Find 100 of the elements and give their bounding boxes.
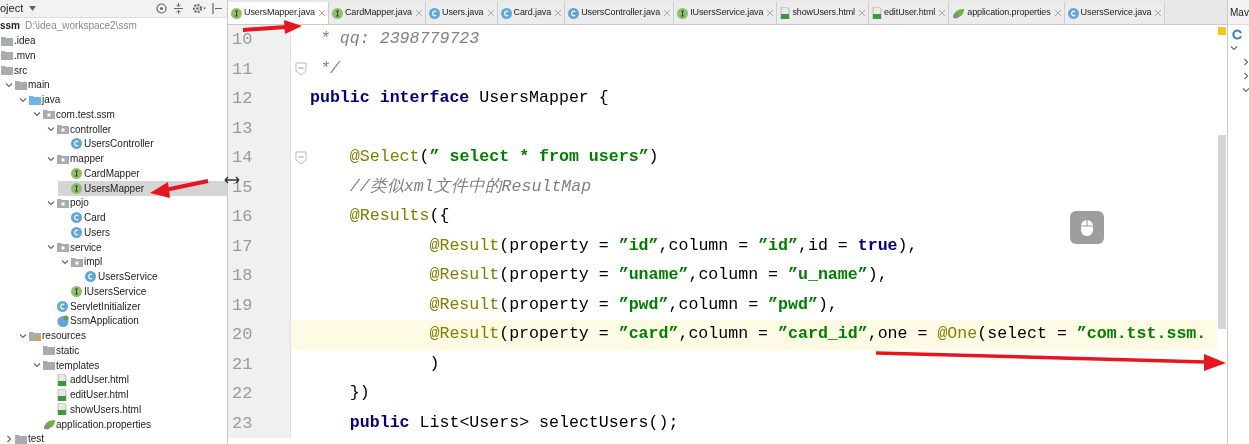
target-icon[interactable] xyxy=(156,2,167,14)
tab-label: editUser.html xyxy=(884,6,936,20)
hide-panel-icon[interactable] xyxy=(212,2,223,14)
tree-item[interactable]: main xyxy=(2,77,227,93)
tree-item[interactable]: Card xyxy=(58,210,227,225)
package-icon xyxy=(57,153,69,164)
code-text: @Results({ xyxy=(348,205,450,228)
editor-tab[interactable]: CardMapper.java xyxy=(328,2,426,24)
tree-item[interactable]: com.test.ssm xyxy=(30,107,227,122)
chevron-down-icon[interactable] xyxy=(32,110,41,119)
line-number: 13 xyxy=(232,117,253,140)
chevron-down-icon[interactable] xyxy=(46,198,55,207)
dropdown-icon[interactable] xyxy=(29,5,37,11)
collapse-icon[interactable] xyxy=(173,2,184,14)
tree-item[interactable]: templates xyxy=(30,357,227,373)
close-icon[interactable] xyxy=(767,10,774,16)
interface-icon xyxy=(331,7,343,19)
tree-item[interactable]: src xyxy=(0,62,227,78)
tree-item-label: ServletInitializer xyxy=(70,299,141,314)
tree-item[interactable]: showUsers.html xyxy=(44,402,227,417)
editor-tab[interactable]: UsersController.java xyxy=(565,2,675,24)
line-number: 16 xyxy=(232,206,253,228)
settings-icon[interactable] xyxy=(192,2,207,14)
editor-tab[interactable]: Card.java xyxy=(497,2,566,24)
tree-item[interactable]: application.properties xyxy=(30,416,227,432)
html-file-icon xyxy=(57,373,67,386)
tree-item[interactable]: ssm D:\idea_workspace2\ssm xyxy=(0,18,227,34)
chevron-right-icon[interactable] xyxy=(4,434,13,443)
tree-item[interactable]: addUser.html xyxy=(44,372,227,388)
tree-item-label: application.properties xyxy=(56,417,152,432)
html-file-icon xyxy=(780,7,791,19)
close-icon[interactable] xyxy=(555,10,562,16)
folder-icon xyxy=(15,79,27,90)
tree-item[interactable]: java xyxy=(16,92,227,107)
tree-item[interactable]: .mvn xyxy=(0,48,227,63)
chevron-down-icon[interactable] xyxy=(1242,86,1249,94)
line-number: 22 xyxy=(232,383,253,405)
code-text: }) xyxy=(348,382,370,405)
close-icon[interactable] xyxy=(859,10,865,16)
tree-item[interactable]: mapper xyxy=(44,151,227,166)
tree-item-label: pojo xyxy=(70,196,89,211)
close-icon[interactable] xyxy=(318,10,325,16)
tree-item[interactable]: resources xyxy=(16,328,227,343)
tree-item[interactable]: Users xyxy=(58,225,227,240)
tree-item[interactable]: ServletInitializer xyxy=(44,298,227,314)
folder-icon xyxy=(15,433,27,444)
editor-tab[interactable]: Users.java xyxy=(426,2,498,24)
editor-tab[interactable]: UsersService.java xyxy=(1064,2,1166,24)
tree-item[interactable]: controller xyxy=(44,121,227,137)
tree-item[interactable]: IUsersService xyxy=(58,284,227,299)
mouse-icon xyxy=(1070,211,1104,244)
interface-icon xyxy=(231,7,242,19)
tree-item[interactable]: impl xyxy=(58,254,227,270)
close-icon[interactable] xyxy=(1155,10,1162,16)
code-text: @Result(property = ”uname”,column = ”u_name”), xyxy=(428,264,888,287)
chevron-down-icon[interactable] xyxy=(60,257,69,266)
tree-item-label: addUser.html xyxy=(70,373,129,388)
tree-item[interactable]: service xyxy=(44,239,227,255)
tree-item[interactable]: SsmApplication xyxy=(44,313,227,329)
tab-label: showUsers.html xyxy=(792,6,855,20)
scrollbar-thumb[interactable] xyxy=(1218,135,1226,329)
tree-item[interactable]: CardMapper xyxy=(58,166,227,181)
close-icon[interactable] xyxy=(487,10,494,16)
class-icon xyxy=(1067,7,1079,19)
tree-item[interactable]: UsersController xyxy=(58,136,227,152)
close-icon[interactable] xyxy=(416,10,422,16)
tree-item-label: UsersController xyxy=(84,137,154,152)
code-text: public List<Users> selectUsers(); xyxy=(348,411,679,434)
editor-tab[interactable]: UsersMapper.java xyxy=(228,2,329,24)
chevron-down-icon[interactable] xyxy=(1230,44,1238,52)
chevron-down-icon[interactable] xyxy=(46,243,55,252)
code-text: @Result(property = ”card”,column = ”card_id”,one = @One(select = ”com.tst.ssm. xyxy=(428,323,1207,346)
chevron-down-icon[interactable] xyxy=(18,331,27,340)
panel-title[interactable]: oject xyxy=(0,0,24,17)
chevron-down-icon[interactable] xyxy=(46,125,55,134)
chevron-down-icon[interactable] xyxy=(32,361,41,370)
chevron-down-icon[interactable] xyxy=(46,154,55,163)
close-icon[interactable] xyxy=(664,10,671,16)
tree-item[interactable]: UsersService xyxy=(72,269,227,284)
tree-item-label: editUser.html xyxy=(70,388,129,403)
editor-tab[interactable]: IUsersService.java xyxy=(674,2,778,24)
tree-item-label: com.test.ssm xyxy=(56,107,115,122)
line-number: 10 xyxy=(232,29,253,51)
class-icon xyxy=(85,271,96,283)
folder-icon xyxy=(43,345,55,356)
editor-tab[interactable]: application.properties xyxy=(949,2,1065,24)
tree-item[interactable]: pojo xyxy=(44,195,227,211)
editor-tab[interactable]: editUser.html xyxy=(869,2,950,24)
close-icon[interactable] xyxy=(939,10,946,16)
tree-item[interactable]: test xyxy=(2,431,227,444)
editor-tab[interactable]: showUsers.html xyxy=(777,2,869,24)
chevron-down-icon[interactable] xyxy=(18,95,27,104)
close-icon[interactable] xyxy=(1054,10,1061,16)
chevron-down-icon[interactable] xyxy=(4,80,13,89)
tree-item-label: mapper xyxy=(70,152,104,167)
refresh-icon[interactable] xyxy=(1232,29,1243,40)
tree-item[interactable]: static xyxy=(30,343,227,358)
tree-item[interactable]: .idea xyxy=(0,33,227,48)
package-icon xyxy=(57,197,69,208)
tree-item[interactable]: editUser.html xyxy=(44,387,227,402)
